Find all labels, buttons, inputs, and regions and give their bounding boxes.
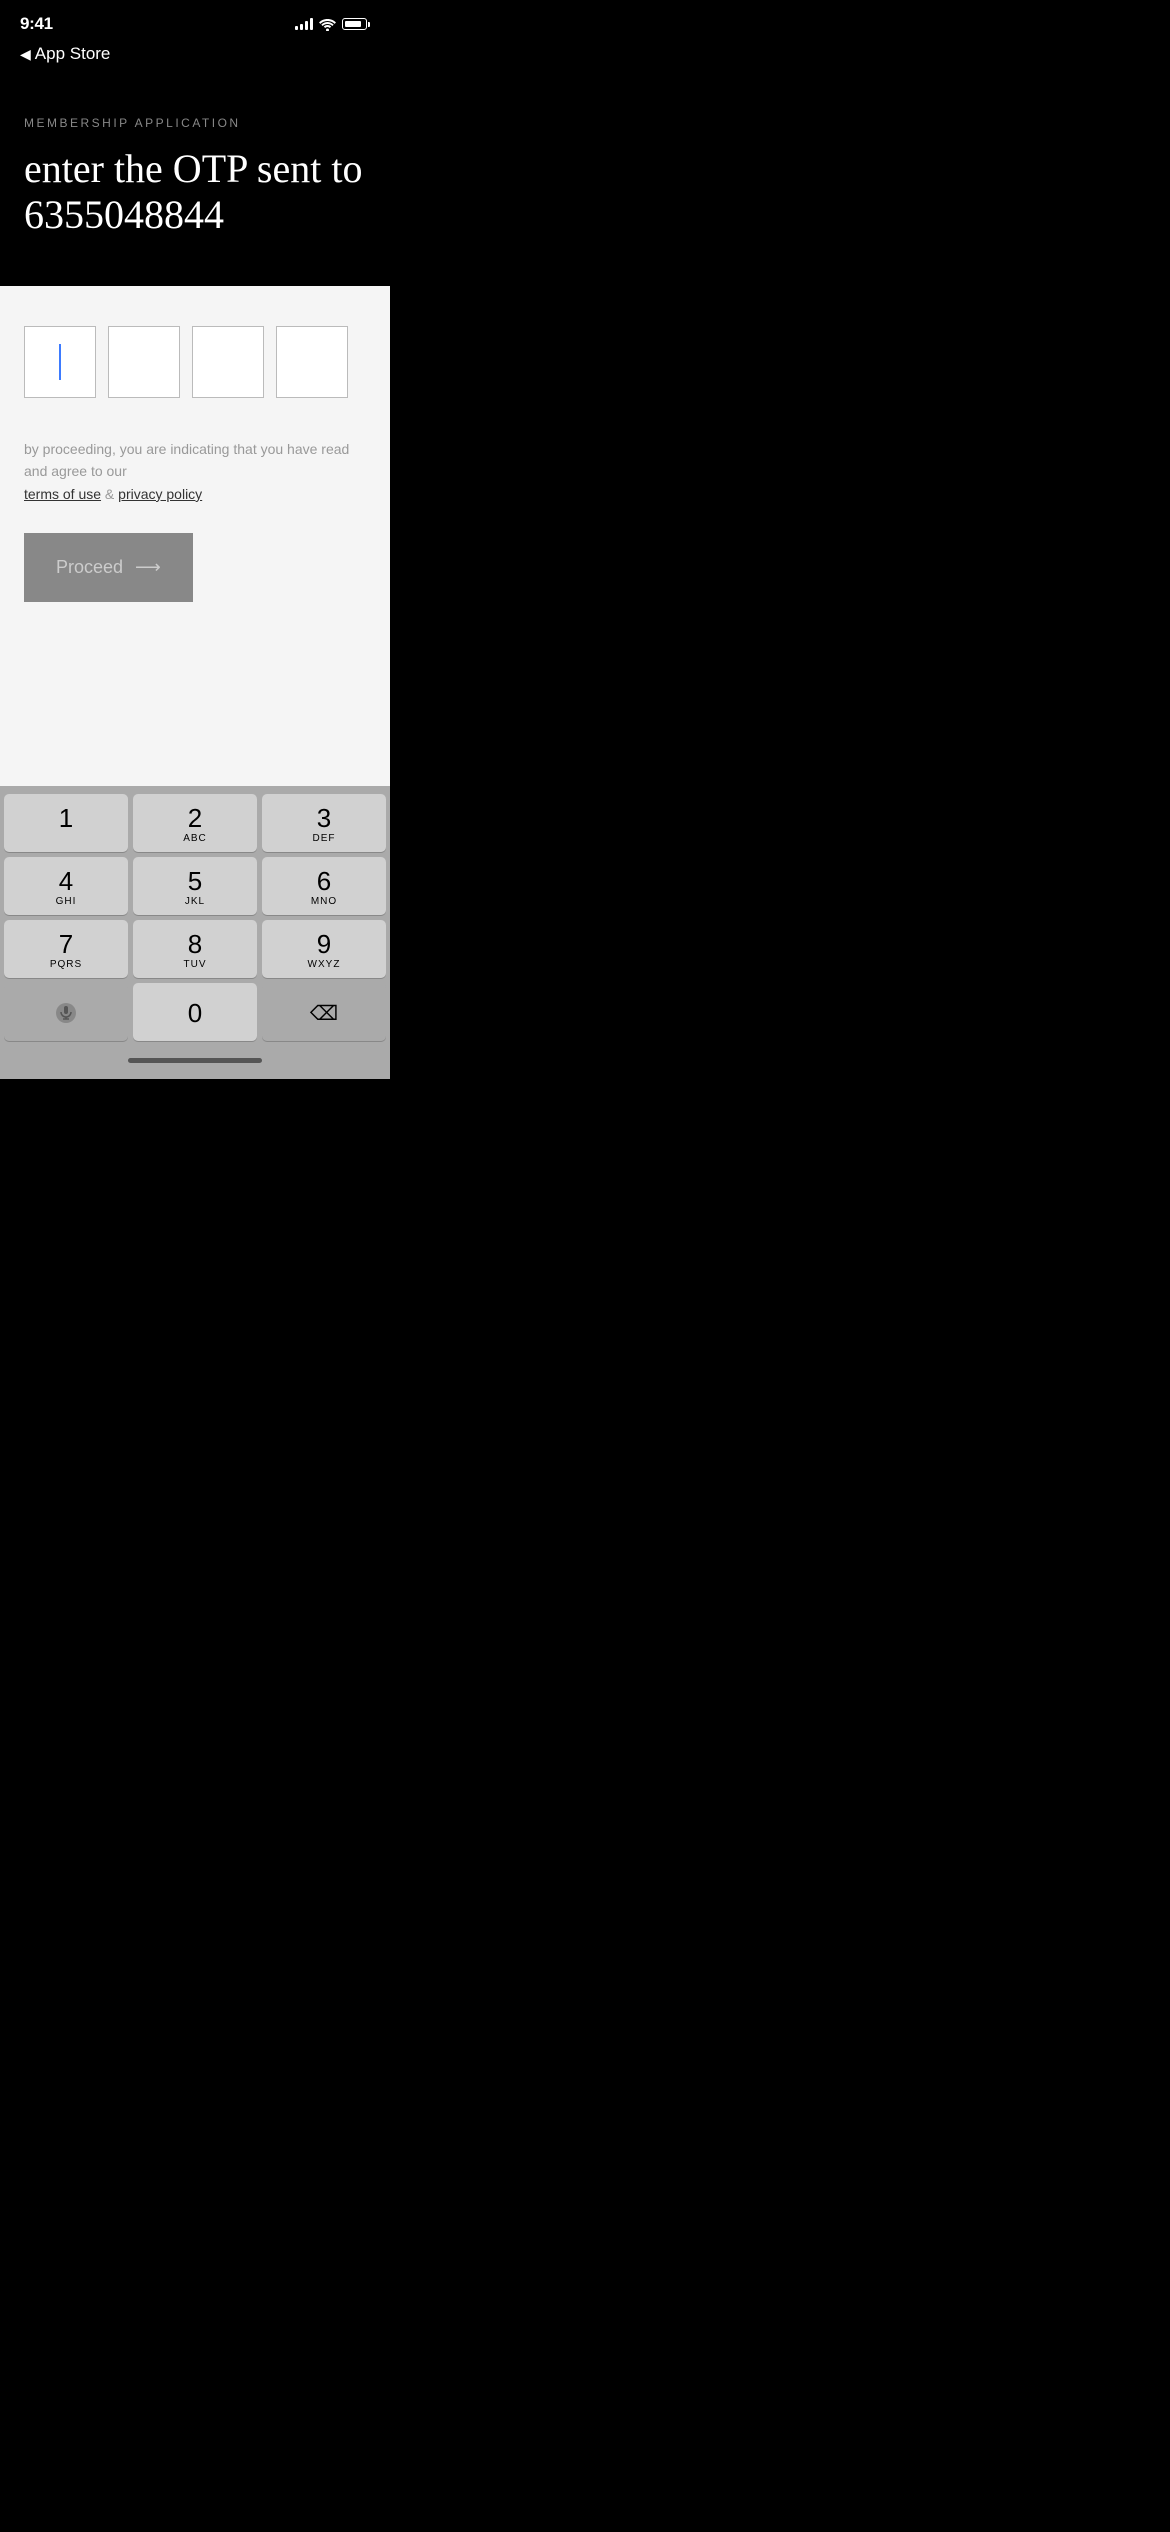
key-3[interactable]: 3 DEF <box>262 794 386 852</box>
key-5-number: 5 <box>188 868 202 894</box>
key-2-number: 2 <box>188 805 202 831</box>
terms-separator: & <box>105 486 118 502</box>
key-1[interactable]: 1 <box>4 794 128 852</box>
key-0-number: 0 <box>188 1000 202 1026</box>
key-9-number: 9 <box>317 931 331 957</box>
back-chevron-icon: ◀ <box>20 46 31 63</box>
content-area: by proceeding, you are indicating that y… <box>0 286 390 786</box>
key-9[interactable]: 9 WXYZ <box>262 920 386 978</box>
keyboard-row-3: 7 PQRS 8 TUV 9 WXYZ <box>4 920 386 978</box>
key-8-number: 8 <box>188 931 202 957</box>
key-7-letters: PQRS <box>50 959 82 970</box>
key-3-number: 3 <box>317 805 331 831</box>
terms-prefix: by proceeding, you are indicating that y… <box>24 441 349 479</box>
proceed-label: Proceed <box>56 557 123 578</box>
back-label: App Store <box>35 44 111 64</box>
keyboard-row-1: 1 2 ABC 3 DEF <box>4 794 386 852</box>
key-4[interactable]: 4 GHI <box>4 857 128 915</box>
hero-title: enter the OTP sent to 6355048844 <box>24 146 366 238</box>
terms-of-use-link[interactable]: terms of use <box>24 486 101 502</box>
proceed-arrow-icon: ⟶ <box>135 557 161 578</box>
battery-icon <box>342 18 370 30</box>
key-delete[interactable]: ⌫ <box>262 983 386 1041</box>
otp-box-1[interactable] <box>24 326 96 398</box>
nav-bar: ◀ App Store <box>0 40 390 76</box>
privacy-policy-link[interactable]: privacy policy <box>118 486 202 502</box>
otp-box-2[interactable] <box>108 326 180 398</box>
key-8-letters: TUV <box>184 959 207 970</box>
wifi-icon <box>319 18 336 31</box>
home-bar <box>128 1058 262 1063</box>
otp-cursor <box>59 344 61 380</box>
key-6-number: 6 <box>317 868 331 894</box>
back-button[interactable]: ◀ App Store <box>20 44 370 64</box>
key-7[interactable]: 7 PQRS <box>4 920 128 978</box>
key-5[interactable]: 5 JKL <box>133 857 257 915</box>
keyboard-row-2: 4 GHI 5 JKL 6 MNO <box>4 857 386 915</box>
key-8[interactable]: 8 TUV <box>133 920 257 978</box>
key-4-number: 4 <box>59 868 73 894</box>
proceed-button[interactable]: Proceed ⟶ <box>24 533 193 602</box>
key-5-letters: JKL <box>185 896 205 907</box>
key-4-letters: GHI <box>56 896 77 907</box>
key-6-letters: MNO <box>311 896 337 907</box>
key-9-letters: WXYZ <box>308 959 341 970</box>
mic-icon <box>56 1003 76 1023</box>
home-indicator-area <box>0 1050 390 1079</box>
numeric-keyboard: 1 2 ABC 3 DEF 4 GHI 5 JKL 6 MNO 7 PQRS <box>0 786 390 1050</box>
status-bar: 9:41 <box>0 0 390 40</box>
otp-box-3[interactable] <box>192 326 264 398</box>
status-icons <box>295 18 370 31</box>
terms-text: by proceeding, you are indicating that y… <box>24 438 366 505</box>
key-2-letters: ABC <box>183 833 207 844</box>
status-time: 9:41 <box>20 14 53 34</box>
section-label: MEMBERSHIP APPLICATION <box>24 116 366 130</box>
key-mic[interactable] <box>4 983 128 1041</box>
keyboard-row-4: 0 ⌫ <box>4 983 386 1041</box>
otp-input-group[interactable] <box>24 326 366 398</box>
key-0[interactable]: 0 <box>133 983 257 1041</box>
key-7-number: 7 <box>59 931 73 957</box>
key-3-letters: DEF <box>313 833 336 844</box>
hero-section: MEMBERSHIP APPLICATION enter the OTP sen… <box>0 76 390 286</box>
key-1-number: 1 <box>59 805 73 831</box>
key-2[interactable]: 2 ABC <box>133 794 257 852</box>
otp-box-4[interactable] <box>276 326 348 398</box>
signal-icon <box>295 18 313 30</box>
delete-icon: ⌫ <box>310 1001 338 1026</box>
key-6[interactable]: 6 MNO <box>262 857 386 915</box>
